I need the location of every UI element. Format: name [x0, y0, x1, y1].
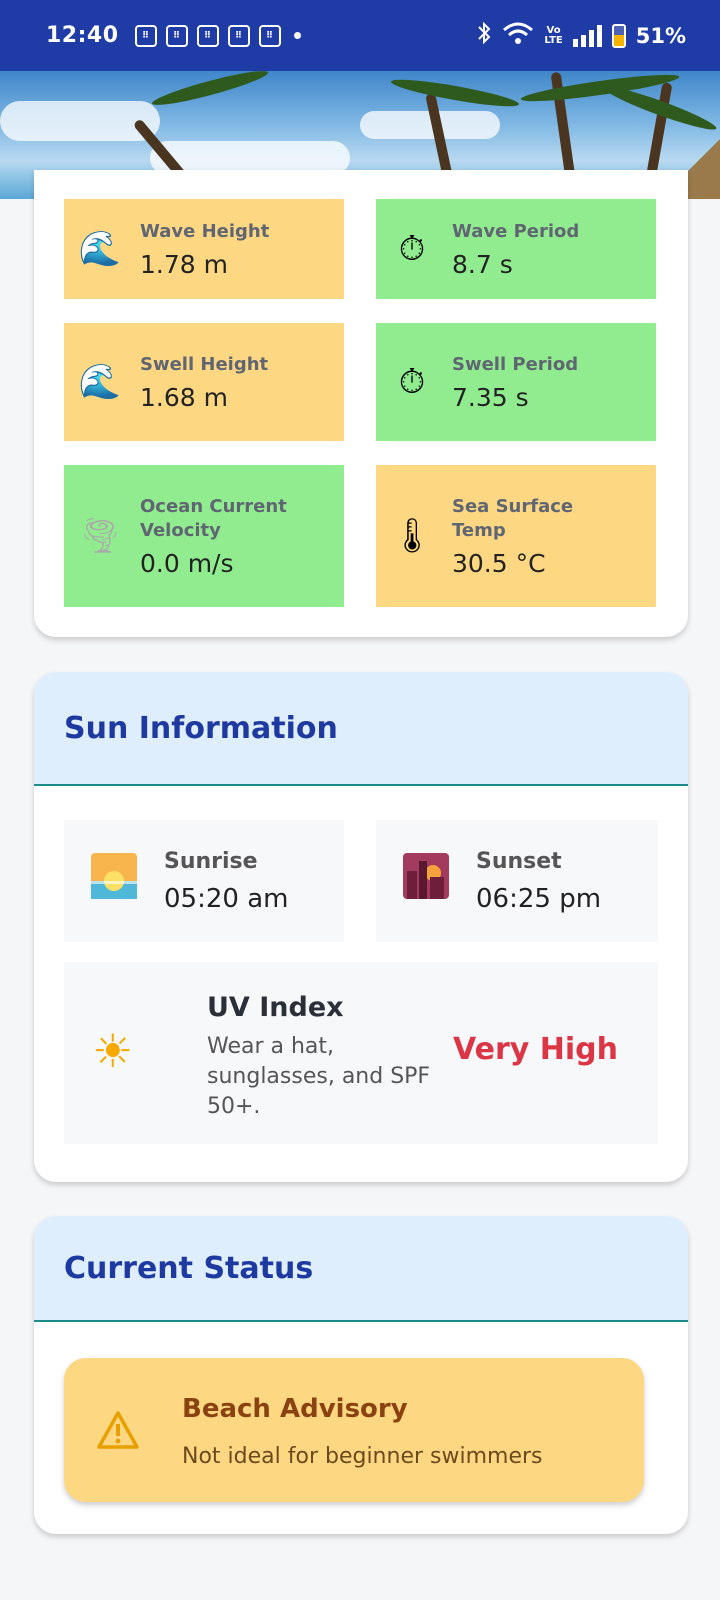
ocean-current-tile: 🌪 Ocean Current Velocity 0.0 m/s	[64, 465, 344, 607]
sea-surface-temp-tile: 🌡 Sea Surface Temp 30.5 °C	[376, 465, 656, 607]
tile-value: 0.0 m/s	[140, 548, 234, 578]
tile-value: 1.68 m	[140, 382, 228, 412]
battery-percent: 51%	[635, 23, 686, 48]
tornado-icon: 🌪	[78, 516, 122, 556]
tile-label: Wave Height	[140, 220, 270, 242]
sun-card-header: Sun Information	[34, 672, 688, 786]
tile-value: 1.78 m	[140, 249, 228, 279]
stopwatch-icon: ⏱	[398, 229, 426, 269]
uv-index-panel: ☀ UV Index Wear a hat, sunglasses, and S…	[64, 962, 658, 1144]
tile-label: Ocean Current Velocity	[140, 495, 287, 541]
signal-icon	[572, 24, 602, 47]
notification-icon: ⠿	[258, 24, 281, 47]
sunrise-icon	[64, 853, 164, 909]
tile-label: Wave Period	[452, 220, 580, 242]
wave-icon: 🌊	[78, 362, 122, 402]
beach-advisory-banner: Beach Advisory Not ideal for beginner sw…	[64, 1358, 644, 1502]
swell-height-tile: 🌊 Swell Height 1.68 m	[64, 323, 344, 441]
notification-icon: ⠿	[227, 24, 250, 47]
uv-level: Very High	[453, 1032, 618, 1067]
status-bar: 12:40 ⠿ ⠿ ⠿ ⠿ ⠿ Vo LTE 51%	[0, 0, 720, 71]
tile-value: 8.7 s	[452, 249, 513, 279]
wifi-icon	[502, 21, 534, 50]
sun-icon: ☀	[92, 1024, 134, 1078]
sunset-tile: Sunset 06:25 pm	[376, 820, 658, 942]
sunrise-label: Sunrise	[164, 848, 258, 874]
conditions-card: 🌊 Wave Height 1.78 m ⏱ Wave Period 8.7 s 🌊…	[34, 170, 688, 637]
current-status-card: Current Status Beach Advisory Not ideal …	[34, 1216, 688, 1534]
bluetooth-icon	[476, 21, 492, 50]
tile-label: Sea Surface Temp	[452, 495, 574, 541]
wave-height-tile: 🌊 Wave Height 1.78 m	[64, 199, 344, 299]
uv-description: Wear a hat, sunglasses, and SPF 50+.	[207, 1034, 431, 1119]
section-title: Sun Information	[64, 710, 338, 746]
uv-title: UV Index	[207, 992, 344, 1023]
tile-label: Swell Height	[140, 353, 269, 375]
section-title: Current Status	[64, 1250, 314, 1286]
more-notifications-icon	[293, 32, 301, 39]
notification-icon: ⠿	[165, 24, 188, 47]
tile-label: Swell Period	[452, 353, 579, 375]
wave-period-tile: ⏱ Wave Period 8.7 s	[376, 199, 656, 299]
notification-icon: ⠿	[134, 24, 157, 47]
swell-period-tile: ⏱ Swell Period 7.35 s	[376, 323, 656, 441]
sun-information-card: Sun Information Sunrise 05:20 am Sunset 06…	[34, 672, 688, 1182]
advisory-title: Beach Advisory	[182, 1394, 408, 1424]
wave-icon: 🌊	[78, 229, 122, 269]
sunrise-time: 05:20 am	[164, 883, 289, 914]
status-card-header: Current Status	[34, 1216, 688, 1322]
sunset-city-icon	[376, 853, 476, 909]
thermometer-icon: 🌡	[390, 516, 434, 556]
tile-value: 7.35 s	[452, 382, 529, 412]
notification-icon: ⠿	[196, 24, 219, 47]
sunset-time: 06:25 pm	[476, 883, 602, 914]
battery-icon	[611, 23, 626, 48]
clock: 12:40	[46, 23, 119, 48]
tile-value: 30.5 °C	[452, 548, 546, 578]
sunrise-tile: Sunrise 05:20 am	[64, 820, 344, 942]
sunset-label: Sunset	[476, 848, 562, 874]
volte-icon: Vo LTE	[544, 24, 563, 46]
stopwatch-icon: ⏱	[398, 362, 426, 402]
advisory-text: Not ideal for beginner swimmers	[182, 1444, 543, 1469]
warning-icon	[96, 1410, 140, 1454]
